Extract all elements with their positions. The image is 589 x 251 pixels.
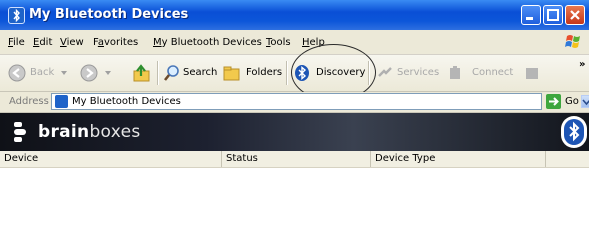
go-button[interactable] (546, 94, 561, 109)
menu-edit-label: dit (39, 37, 53, 48)
go-label[interactable]: Go (565, 96, 579, 107)
folders-icon (223, 66, 240, 81)
menu-favorites[interactable]: Favorites (93, 37, 138, 48)
menu-file-label: ile (13, 37, 25, 48)
connect-icon (450, 66, 460, 79)
toolbar-separator (368, 61, 370, 85)
back-dropdown-icon (61, 71, 67, 75)
forward-arrow-icon (80, 64, 98, 82)
folders-button[interactable]: Folders (222, 64, 282, 82)
minimize-button[interactable] (521, 5, 541, 25)
column-status-label: Status (226, 153, 258, 164)
brand-bold: brain (38, 122, 90, 142)
back-label: Back (30, 67, 55, 78)
column-device-label: Device (4, 153, 39, 164)
brainboxes-logo: brainboxes (12, 119, 140, 145)
bluetooth-folder-icon (55, 95, 68, 108)
search-label: Search (183, 67, 218, 78)
menu-mbd-label: y Bluetooth Devices (161, 37, 262, 48)
menu-help[interactable]: Help (302, 37, 325, 48)
go-arrow-icon (549, 97, 559, 106)
back-button[interactable]: Back (8, 64, 68, 82)
address-label: Address (9, 96, 49, 107)
properties-icon (526, 68, 538, 79)
menu-my-bluetooth-devices[interactable]: My Bluetooth Devices (153, 37, 262, 48)
column-status[interactable]: Status (222, 151, 371, 167)
chevron-down-icon (582, 99, 589, 106)
title-bar[interactable]: My Bluetooth Devices (0, 0, 589, 30)
bluetooth-icon (8, 7, 25, 24)
properties-button[interactable] (524, 64, 542, 82)
column-filler (546, 151, 589, 167)
toolbar: Back Search Folders Discovery Services C… (0, 55, 589, 92)
services-button[interactable]: Services (377, 64, 440, 82)
brand-name: brainboxes (38, 122, 141, 142)
window-title: My Bluetooth Devices (29, 7, 189, 22)
toolbar-overflow-button[interactable]: » (579, 59, 585, 70)
up-folder-icon (133, 64, 150, 82)
column-device[interactable]: Device (0, 151, 222, 167)
menu-view[interactable]: View (60, 37, 84, 48)
back-arrow-icon (8, 64, 26, 82)
menu-edit[interactable]: Edit (33, 37, 52, 48)
column-device-type-label: Device Type (375, 153, 436, 164)
discovery-button[interactable]: Discovery (294, 64, 366, 82)
close-button[interactable] (565, 5, 585, 25)
discovery-label: Discovery (316, 67, 366, 78)
forward-button[interactable] (80, 64, 120, 82)
address-value: My Bluetooth Devices (72, 96, 181, 107)
search-button[interactable]: Search (163, 64, 223, 82)
bluetooth-badge (561, 116, 587, 148)
address-bar: Address My Bluetooth Devices Go (0, 92, 589, 113)
bluetooth-icon (564, 119, 584, 145)
up-folder-button[interactable] (132, 64, 152, 82)
services-label: Services (397, 67, 440, 78)
toolbar-separator (157, 61, 159, 85)
services-icon (378, 67, 392, 77)
search-icon (163, 65, 179, 81)
bluetooth-icon (295, 65, 309, 81)
menu-view-key: V (60, 37, 67, 48)
menu-help-label: elp (309, 37, 325, 48)
forward-dropdown-icon (105, 71, 111, 75)
menu-help-key: H (302, 37, 310, 48)
menu-tools-label: ools (270, 37, 291, 48)
list-column-header: Device Status Device Type (0, 151, 589, 168)
menu-file[interactable]: File (8, 37, 25, 48)
brand-light: boxes (89, 122, 141, 142)
maximize-button[interactable] (543, 5, 563, 25)
menu-view-label: iew (66, 37, 84, 48)
connect-button[interactable]: Connect (448, 64, 518, 82)
brainboxes-mark-icon (14, 122, 26, 142)
menu-tools[interactable]: Tools (266, 37, 291, 48)
menu-favorites-label: vorites (103, 37, 139, 48)
device-list[interactable] (0, 168, 589, 251)
connect-label: Connect (472, 67, 514, 78)
column-device-type[interactable]: Device Type (371, 151, 546, 167)
menu-mbd-key: M (153, 37, 162, 48)
brainboxes-banner: brainboxes (0, 113, 589, 151)
menu-bar: File Edit View Favorites My Bluetooth De… (0, 30, 589, 55)
toolbar-separator (286, 61, 288, 85)
windows-logo-icon (563, 32, 585, 52)
address-field[interactable]: My Bluetooth Devices (51, 93, 589, 110)
folders-label: Folders (246, 67, 283, 78)
address-dropdown-button[interactable] (581, 95, 589, 108)
